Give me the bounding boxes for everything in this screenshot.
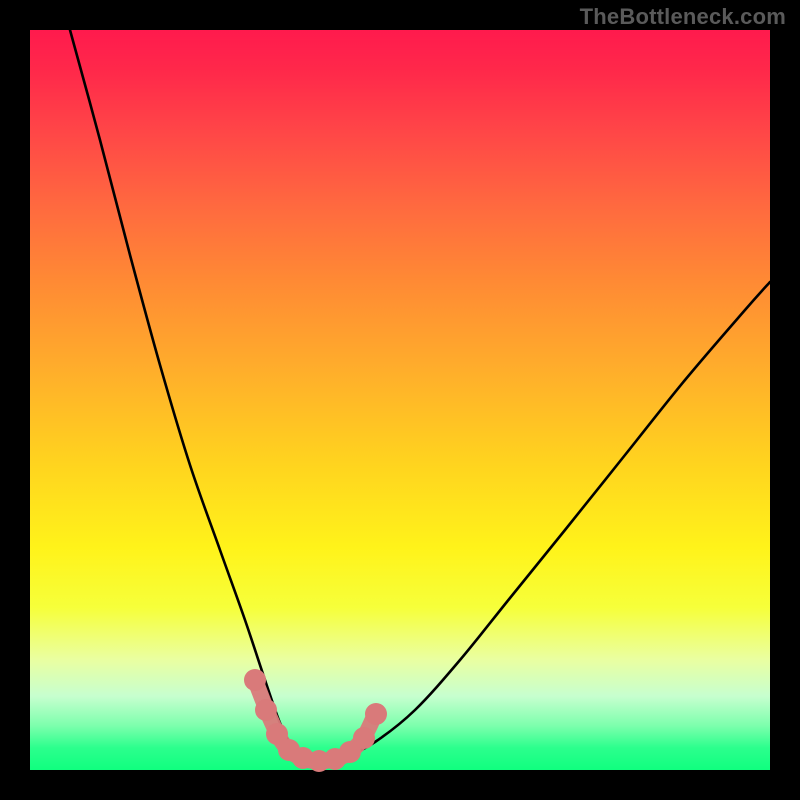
highlight-dot: [255, 699, 277, 721]
left-curve: [70, 30, 320, 761]
highlight-dot: [244, 669, 266, 691]
plot-area: [30, 30, 770, 770]
highlight-dot: [365, 703, 387, 725]
right-curve: [320, 282, 770, 761]
curves-svg: [30, 30, 770, 770]
highlight-dot: [353, 727, 375, 749]
watermark-text: TheBottleneck.com: [580, 6, 786, 28]
